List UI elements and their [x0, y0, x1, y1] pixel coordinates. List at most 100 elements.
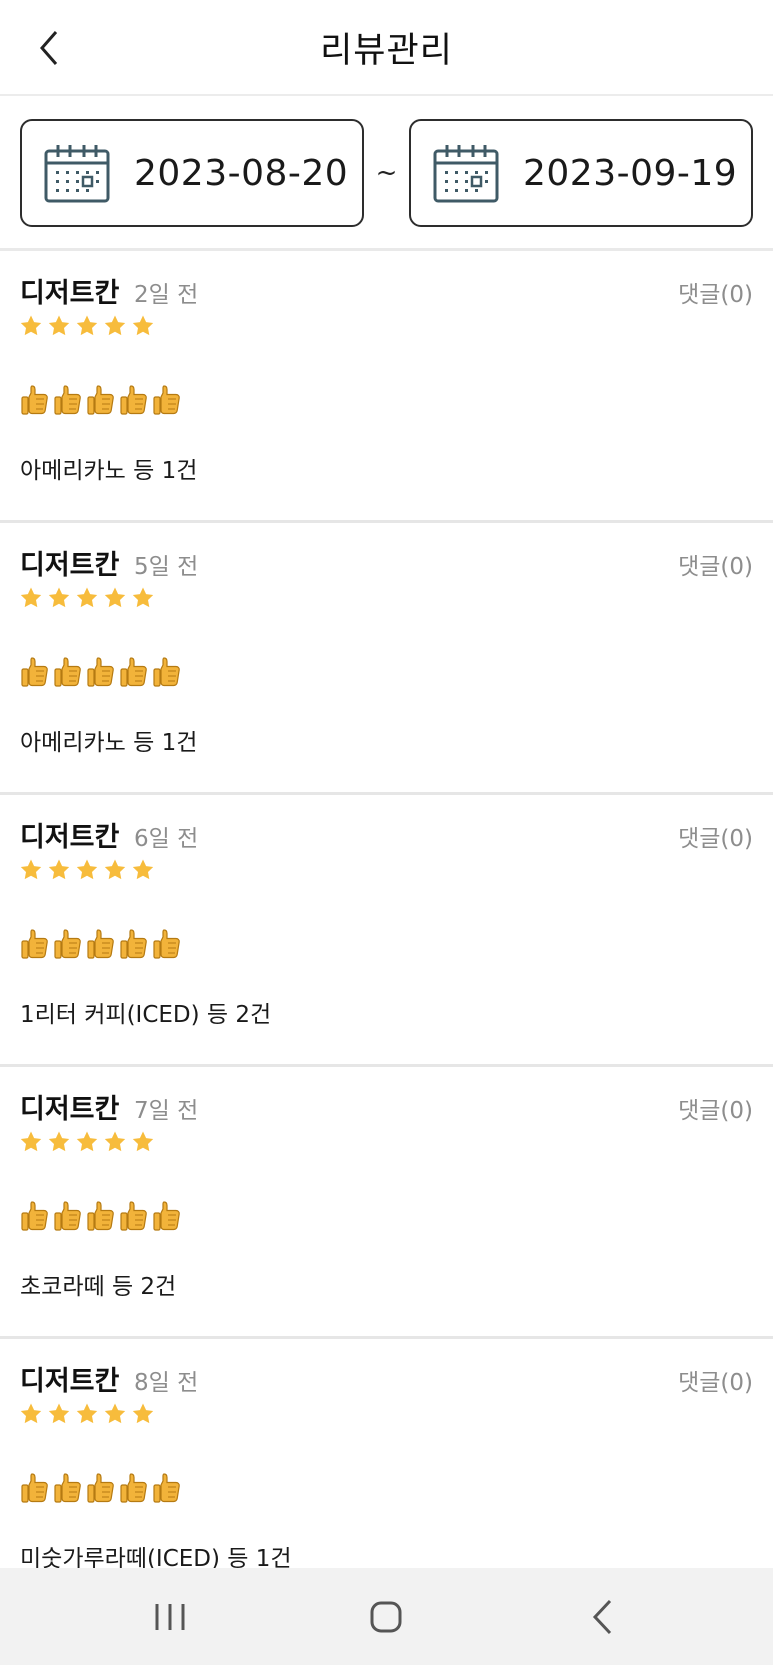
review-item[interactable]: 디저트칸 2일 전 댓글(0) 아메리카노 등 1건 — [0, 251, 773, 523]
star-icon — [132, 587, 154, 608]
star-icon — [76, 315, 98, 336]
thumbs-up-icon — [54, 1473, 81, 1503]
star-icon — [20, 315, 42, 336]
review-item[interactable]: 디저트칸 5일 전 댓글(0) 아메리카노 등 1건 — [0, 523, 773, 795]
ordered-items: 초코라떼 등 2건 — [20, 1274, 177, 1300]
thumbs-up-icon — [120, 1473, 147, 1503]
thumbs-up-icon — [21, 929, 48, 959]
thumbs-up-icon — [54, 929, 81, 959]
thumbs-up-icon — [87, 657, 114, 687]
star-rating — [19, 1130, 155, 1154]
review-time: 8일 전 — [134, 1370, 199, 1396]
review-time: 7일 전 — [134, 1098, 199, 1124]
calendar-icon — [433, 145, 499, 203]
review-content-emoji — [20, 383, 182, 417]
thumbs-up-icon — [87, 1473, 114, 1503]
review-time: 5일 전 — [134, 554, 199, 580]
star-icon — [20, 1403, 42, 1424]
star-rating — [19, 858, 155, 882]
reply-count-link[interactable]: 댓글(0) — [678, 1091, 753, 1125]
star-icon — [132, 1403, 154, 1424]
recent-apps-button[interactable] — [110, 1568, 230, 1665]
end-date-picker[interactable]: 2023-09-19 — [409, 119, 753, 227]
thumbs-up-icon — [153, 657, 180, 687]
thumbs-up-icon — [153, 385, 180, 415]
store-name: 디저트칸 — [20, 550, 120, 581]
review-list: 디저트칸 2일 전 댓글(0) 아메리카노 등 1건 디저트칸 5일 전 댓글(0) 아메리카… — [0, 251, 773, 1611]
thumbs-up-icon — [21, 1201, 48, 1231]
star-icon — [76, 1131, 98, 1152]
star-icon — [132, 315, 154, 336]
reply-count-link[interactable]: 댓글(0) — [678, 1363, 753, 1397]
thumbs-up-icon — [21, 657, 48, 687]
review-content-emoji — [20, 1199, 182, 1233]
review-item[interactable]: 디저트칸 6일 전 댓글(0) 1리터 커피(ICED) 등 2건 — [0, 795, 773, 1067]
star-icon — [48, 315, 70, 336]
star-rating — [19, 1402, 155, 1426]
ordered-items: 1리터 커피(ICED) 등 2건 — [20, 1002, 272, 1028]
star-icon — [48, 859, 70, 880]
store-name: 디저트칸 — [20, 278, 120, 309]
system-navigation-bar — [0, 1568, 773, 1665]
reply-count-link[interactable]: 댓글(0) — [678, 547, 753, 581]
thumbs-up-icon — [54, 1201, 81, 1231]
date-range-filter: 2023-08-20 ~ 2023-09-19 — [20, 118, 753, 228]
thumbs-up-icon — [21, 1473, 48, 1503]
star-icon — [20, 1131, 42, 1152]
thumbs-up-icon — [153, 1473, 180, 1503]
thumbs-up-icon — [87, 385, 114, 415]
review-content-emoji — [20, 1471, 182, 1505]
chevron-left-icon — [40, 31, 58, 65]
ordered-items: 아메리카노 등 1건 — [20, 730, 198, 756]
recent-apps-icon — [155, 1603, 185, 1630]
review-time: 2일 전 — [134, 282, 199, 308]
star-rating — [19, 314, 155, 338]
star-icon — [104, 587, 126, 608]
back-icon — [592, 1599, 612, 1634]
home-button[interactable] — [326, 1568, 446, 1665]
star-rating — [19, 586, 155, 610]
back-button[interactable] — [36, 26, 76, 70]
thumbs-up-icon — [120, 657, 147, 687]
star-icon — [104, 1403, 126, 1424]
star-icon — [48, 1131, 70, 1152]
store-name: 디저트칸 — [20, 822, 120, 853]
review-time: 6일 전 — [134, 826, 199, 852]
page-title: 리뷰관리 — [320, 30, 453, 71]
thumbs-up-icon — [120, 1201, 147, 1231]
star-icon — [76, 587, 98, 608]
start-date-value: 2023-08-20 — [134, 152, 349, 194]
thumbs-up-icon — [54, 657, 81, 687]
range-separator: ~ — [375, 158, 398, 188]
calendar-icon — [44, 145, 110, 203]
review-content-emoji — [20, 655, 182, 689]
review-content-emoji — [20, 927, 182, 961]
review-item[interactable]: 디저트칸 7일 전 댓글(0) 초코라떼 등 2건 — [0, 1067, 773, 1339]
store-name: 디저트칸 — [20, 1094, 120, 1125]
thumbs-up-icon — [120, 385, 147, 415]
thumbs-up-icon — [153, 1201, 180, 1231]
star-icon — [104, 1131, 126, 1152]
start-date-picker[interactable]: 2023-08-20 — [20, 119, 364, 227]
star-icon — [132, 859, 154, 880]
reply-count-link[interactable]: 댓글(0) — [678, 819, 753, 853]
ordered-items: 아메리카노 등 1건 — [20, 458, 198, 484]
thumbs-up-icon — [21, 385, 48, 415]
app-header: 리뷰관리 — [0, 0, 773, 96]
reply-count-link[interactable]: 댓글(0) — [678, 275, 753, 309]
back-nav-button[interactable] — [543, 1568, 663, 1665]
star-icon — [132, 1131, 154, 1152]
star-icon — [104, 859, 126, 880]
thumbs-up-icon — [87, 1201, 114, 1231]
star-icon — [76, 859, 98, 880]
star-icon — [20, 587, 42, 608]
thumbs-up-icon — [54, 385, 81, 415]
end-date-value: 2023-09-19 — [523, 152, 738, 194]
home-icon — [370, 1601, 402, 1632]
store-name: 디저트칸 — [20, 1366, 120, 1397]
star-icon — [76, 1403, 98, 1424]
star-icon — [20, 859, 42, 880]
thumbs-up-icon — [87, 929, 114, 959]
thumbs-up-icon — [153, 929, 180, 959]
star-icon — [48, 1403, 70, 1424]
